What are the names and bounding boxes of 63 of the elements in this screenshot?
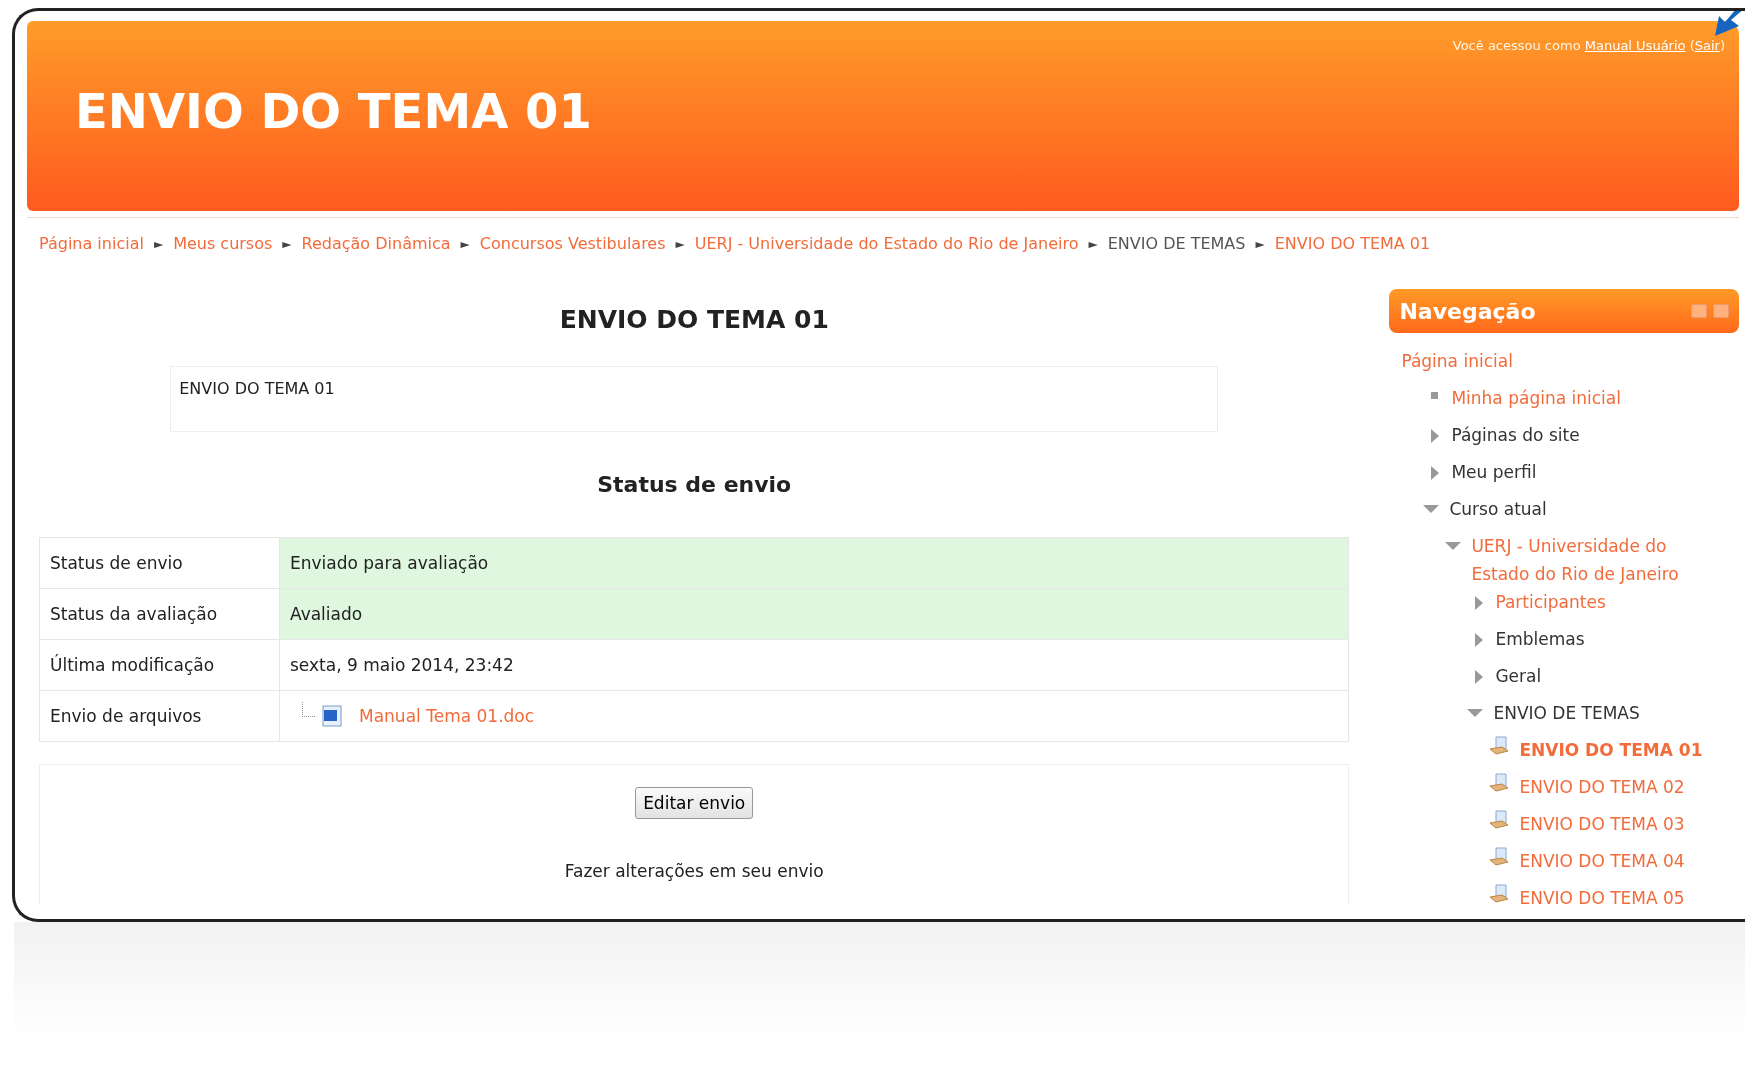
logout-link[interactable]: Sair (1694, 38, 1720, 53)
table-cell: Enviado para avaliação (279, 537, 1349, 589)
nav-item[interactable]: ENVIO DO TEMA 04 (1519, 847, 1685, 875)
user-link[interactable]: Manual Usuário (1584, 38, 1686, 53)
bracket-text: ( (1689, 38, 1695, 53)
nav-item[interactable]: Página inicial (1401, 347, 1513, 375)
assignment-icon (1489, 773, 1510, 793)
nav-item[interactable]: Páginas do site (1451, 421, 1580, 449)
nav-item[interactable]: ENVIO DO TEMA 02 (1519, 773, 1685, 801)
collapsed-arrow-icon[interactable] (1475, 596, 1484, 610)
nav-item[interactable]: Emblemas (1495, 625, 1585, 653)
nav-item[interactable]: UERJ - Universidade do Estado do Rio de Janeiro (1471, 532, 1702, 588)
collapsed-arrow-icon[interactable] (1475, 633, 1484, 647)
breadcrumb-link[interactable]: Página inicial (39, 234, 144, 253)
intro-text: ENVIO DO TEMA 01 (179, 379, 335, 398)
nav-item[interactable]: ENVIO DO TEMA 05 (1519, 884, 1685, 912)
collapsed-arrow-icon[interactable] (1475, 670, 1484, 684)
nav-item[interactable]: Participantes (1495, 588, 1606, 616)
page-title: ENVIO DO TEMA 01 (75, 83, 593, 139)
breadcrumb-link[interactable]: ENVIO DE TEMAS (1107, 234, 1246, 253)
table-cell: Última modificação (39, 639, 280, 691)
breadcrumb-link[interactable]: Redação Dinâmica (301, 234, 451, 253)
assignment-icon (1489, 847, 1510, 867)
assignment-icon (1489, 884, 1510, 904)
separator-icon: ► (282, 236, 292, 251)
separator-icon: ► (153, 236, 164, 251)
bullet-icon (1431, 392, 1439, 399)
table-cell: sexta, 9 maio 2014, 23:42 (279, 639, 1349, 691)
nav-item[interactable]: Meu perfil (1451, 458, 1537, 486)
expanded-arrow-icon[interactable] (1445, 542, 1462, 550)
collapsed-arrow-icon[interactable] (1431, 466, 1440, 480)
block-title: Navegação (1399, 298, 1536, 324)
expanded-arrow-icon[interactable] (1467, 709, 1484, 717)
separator-icon: ► (675, 236, 685, 251)
document-icon (321, 705, 343, 727)
nav-item[interactable]: Curso atual (1449, 495, 1547, 523)
file-link[interactable]: Manual Tema 01.doc (359, 706, 535, 726)
separator-icon: ► (1255, 236, 1265, 251)
assignment-icon (1489, 810, 1510, 830)
table-cell: Status de envio (39, 537, 280, 589)
expanded-arrow-icon[interactable] (1423, 505, 1440, 513)
assignment-icon (1489, 736, 1510, 756)
nav-item[interactable]: Geral (1495, 662, 1542, 690)
bracket-text: ) (1719, 38, 1725, 53)
edit-button[interactable]: Editar envio (635, 787, 754, 819)
breadcrumb-link[interactable]: ENVIO DO TEMA 01 (1274, 234, 1431, 253)
nav-item[interactable]: ENVIO DE TEMAS (1493, 699, 1640, 727)
table-cell: Status da avaliação (39, 588, 280, 640)
help-text: Fazer alterações em seu envio (564, 861, 824, 881)
separator-icon: ► (1088, 236, 1098, 251)
nav-item[interactable]: ENVIO DO TEMA 03 (1519, 810, 1685, 838)
activity-heading: ENVIO DO TEMA 01 (559, 305, 829, 334)
section-heading: Status de envio (597, 472, 792, 497)
collapsed-arrow-icon[interactable] (1431, 429, 1440, 443)
breadcrumb-link[interactable]: UERJ - Universidade do Estado do Rio de Janeiro (694, 234, 1079, 253)
breadcrumb-link[interactable]: Concursos Vestibulares (479, 234, 666, 253)
table-cell: Envio de arquivos (39, 690, 280, 742)
breadcrumb-link[interactable]: Meus cursos (173, 234, 273, 253)
nav-item[interactable]: Minha página inicial (1451, 384, 1621, 412)
nav-item[interactable]: ENVIO DO TEMA 01 (1519, 736, 1703, 764)
table-cell: Avaliado (279, 588, 1349, 640)
separator-icon: ► (460, 236, 470, 251)
login-text: Você acessou como (1452, 38, 1581, 53)
